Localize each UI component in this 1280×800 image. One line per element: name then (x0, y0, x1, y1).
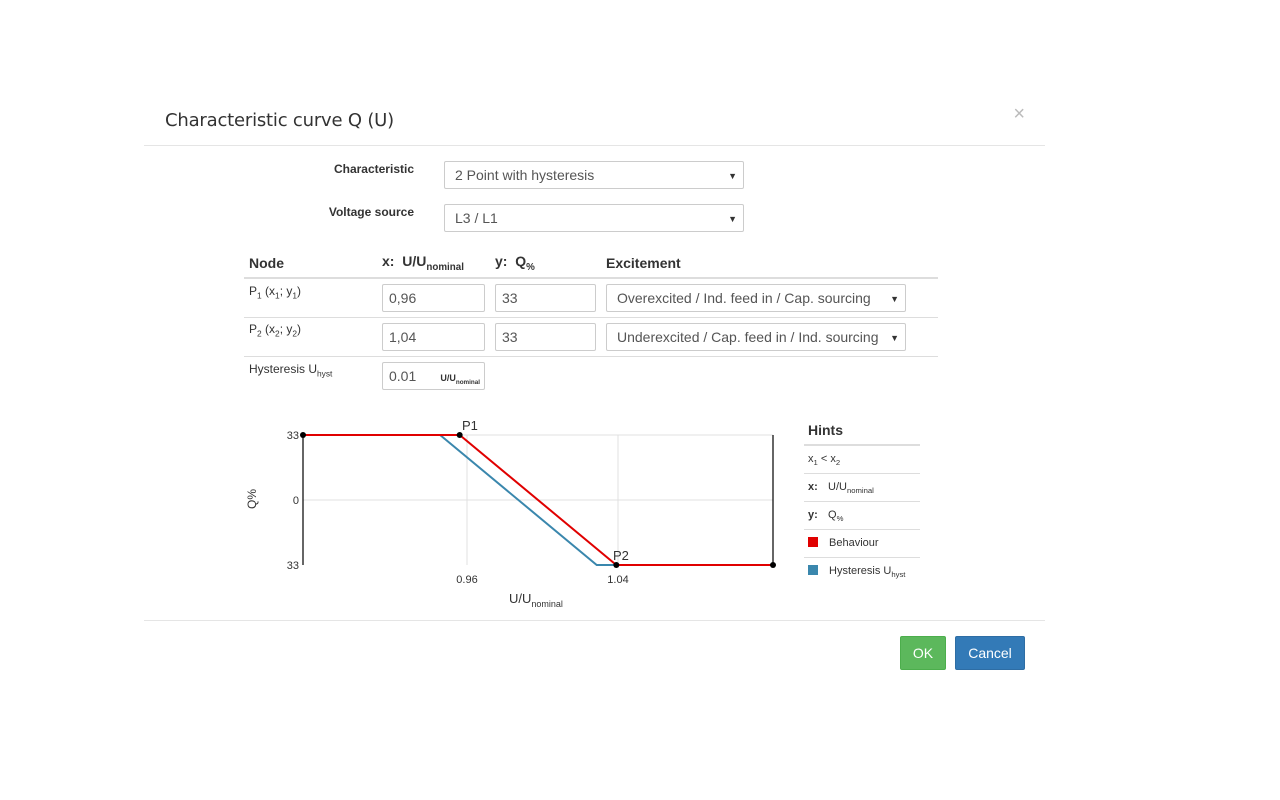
hysteresis-label-text: Hysteresis Uhyst (249, 361, 333, 378)
hysteresis-unit: U/Unominal (440, 371, 480, 390)
legend-behaviour: Behaviour (804, 530, 920, 558)
qu-chart: 33 0 33 0.96 1.04 P1 P2 U/Unominal Q% (245, 418, 776, 609)
x-tick-label-2: 1.04 (607, 574, 628, 586)
x-axis-label-main: U/U (509, 591, 531, 606)
dialog-title: Characteristic curve Q (U) (165, 110, 394, 131)
cancel-button[interactable]: Cancel (955, 636, 1025, 670)
node-label-p1: P1 (x1; y1) (244, 278, 377, 318)
hint-rule-sub2: 2 (835, 458, 841, 468)
ok-button[interactable]: OK (900, 636, 946, 670)
node-label-p2: P2 (x2; y2) (244, 317, 377, 357)
hint-x-key: x: (808, 481, 818, 493)
hint-rule-mid: < x (817, 453, 836, 465)
table-row-p2: P2 (x2; y2) 1,04 33 Underexcited / Cap. … (244, 317, 938, 357)
x-tick-label-1: 0.96 (456, 574, 477, 586)
legend-behaviour-label: Behaviour (829, 537, 879, 549)
hint-x-main: U/U (828, 481, 847, 493)
header-divider (144, 145, 1045, 146)
chevron-down-icon: ▼ (890, 332, 899, 343)
node-label-letter: P (249, 322, 258, 337)
column-header-x-prefix: x: (382, 253, 395, 270)
legend-hysteresis-sub: hyst (891, 570, 906, 580)
p2-excitement-select[interactable]: Underexcited / Cap. feed in / Ind. sourc… (606, 322, 906, 351)
node-label-sep: ; y (279, 283, 293, 298)
hysteresis-unit-main: U/U (440, 372, 456, 383)
hysteresis-label: Hysteresis Uhyst (244, 356, 377, 395)
table-row-hysteresis: Hysteresis Uhyst 0.01 U/Unominal (244, 356, 938, 395)
column-header-x-main: U/U (402, 253, 427, 270)
voltage-source-select-value: L3 / L1 (455, 210, 498, 226)
characteristic-select-value: 2 Point with hysteresis (455, 167, 595, 183)
hints-title: Hints (804, 416, 920, 446)
column-header-y-main: Q (515, 253, 527, 270)
hint-y-axis: y: Q% (804, 502, 920, 530)
characteristic-curve-dialog: Characteristic curve Q (U) × Characteris… (144, 96, 1045, 690)
p2-y-input[interactable]: 33 (495, 322, 596, 351)
table-row-p1: P1 (x1; y1) 0,96 33 Overexcited / Ind. f… (244, 278, 938, 318)
hint-y-main: Q (828, 509, 837, 521)
point-label-p1: P1 (462, 418, 478, 433)
y-tick-label-zero: 0 (293, 495, 299, 507)
voltage-source-label: Voltage source (328, 205, 414, 219)
node-label-sep: ; y (279, 322, 293, 337)
node-label-open: (x (261, 322, 276, 337)
p1-x-input[interactable]: 0,96 (382, 283, 485, 312)
column-header-excitement: Excitement (601, 249, 938, 279)
close-icon[interactable]: × (1013, 104, 1025, 124)
p1-excitement-value: Overexcited / Ind. feed in / Cap. sourci… (617, 289, 871, 306)
hint-y-key: y: (808, 509, 818, 521)
y-axis-label: Q% (245, 489, 259, 509)
hysteresis-input[interactable]: 0.01 U/Unominal (382, 361, 485, 390)
table-header-row: Node x: U/Unominal y: Q% Excitement (244, 249, 938, 279)
node-label-letter: P (249, 283, 258, 298)
legend-swatch-behaviour (808, 537, 818, 547)
hint-x-sub: nominal (846, 486, 874, 496)
chevron-down-icon: ▼ (728, 214, 737, 224)
node-label-text: P2 (x2; y2) (249, 322, 302, 338)
p2-x-input[interactable]: 1,04 (382, 322, 485, 351)
behaviour-point-1 (300, 432, 306, 438)
column-header-x: x: U/Unominal (377, 249, 490, 279)
hysteresis-label-sub: hyst (317, 367, 333, 378)
x-axis-label: U/Unominal (509, 591, 563, 609)
hints-panel: Hints x1 < x2 x: U/Unominal y: Q% Behaviou… (804, 416, 920, 586)
node-label-close: ) (297, 283, 302, 298)
voltage-source-select[interactable]: L3 / L1 ▼ (444, 204, 744, 232)
p2-excitement-value: Underexcited / Cap. feed in / Ind. sourc… (617, 328, 879, 345)
node-label-text: P1 (x1; y1) (249, 283, 302, 300)
characteristic-label: Characteristic (333, 162, 414, 176)
hint-order-rule: x1 < x2 (804, 446, 920, 474)
legend-hysteresis-main: Hysteresis U (829, 565, 892, 577)
y-tick-label-bottom: 33 (287, 560, 299, 572)
column-header-y-prefix: y: (495, 253, 508, 270)
characteristic-select[interactable]: 2 Point with hysteresis ▼ (444, 161, 744, 189)
hysteresis-unit-sub: nominal (455, 378, 480, 386)
legend-swatch-hysteresis (808, 565, 818, 575)
legend-hysteresis: Hysteresis Uhyst (804, 558, 920, 586)
y-tick-label-top: 33 (287, 430, 299, 442)
column-header-x-sub: nominal (426, 261, 464, 273)
x-axis-label-sub: nominal (531, 599, 563, 609)
chevron-down-icon: ▼ (890, 293, 899, 304)
hysteresis-input-value: 0.01 (389, 367, 417, 384)
nodes-table: Node x: U/Unominal y: Q% Excitement P1 (… (244, 249, 938, 395)
hint-x-axis: x: U/Unominal (804, 474, 920, 502)
p1-excitement-select[interactable]: Overexcited / Ind. feed in / Cap. sourci… (606, 283, 906, 312)
node-label-open: (x (261, 283, 276, 298)
hysteresis-label-main: Hysteresis U (249, 361, 318, 376)
point-label-p2: P2 (613, 548, 629, 563)
p1-y-input[interactable]: 33 (495, 283, 596, 312)
footer-divider (144, 620, 1045, 621)
column-header-node: Node (244, 249, 377, 279)
column-header-y: y: Q% (490, 249, 601, 279)
column-header-y-sub: % (526, 261, 535, 273)
hint-y-sub: % (836, 514, 844, 524)
behaviour-point-4 (770, 562, 776, 568)
chevron-down-icon: ▼ (728, 171, 737, 181)
node-label-close: ) (297, 322, 302, 337)
